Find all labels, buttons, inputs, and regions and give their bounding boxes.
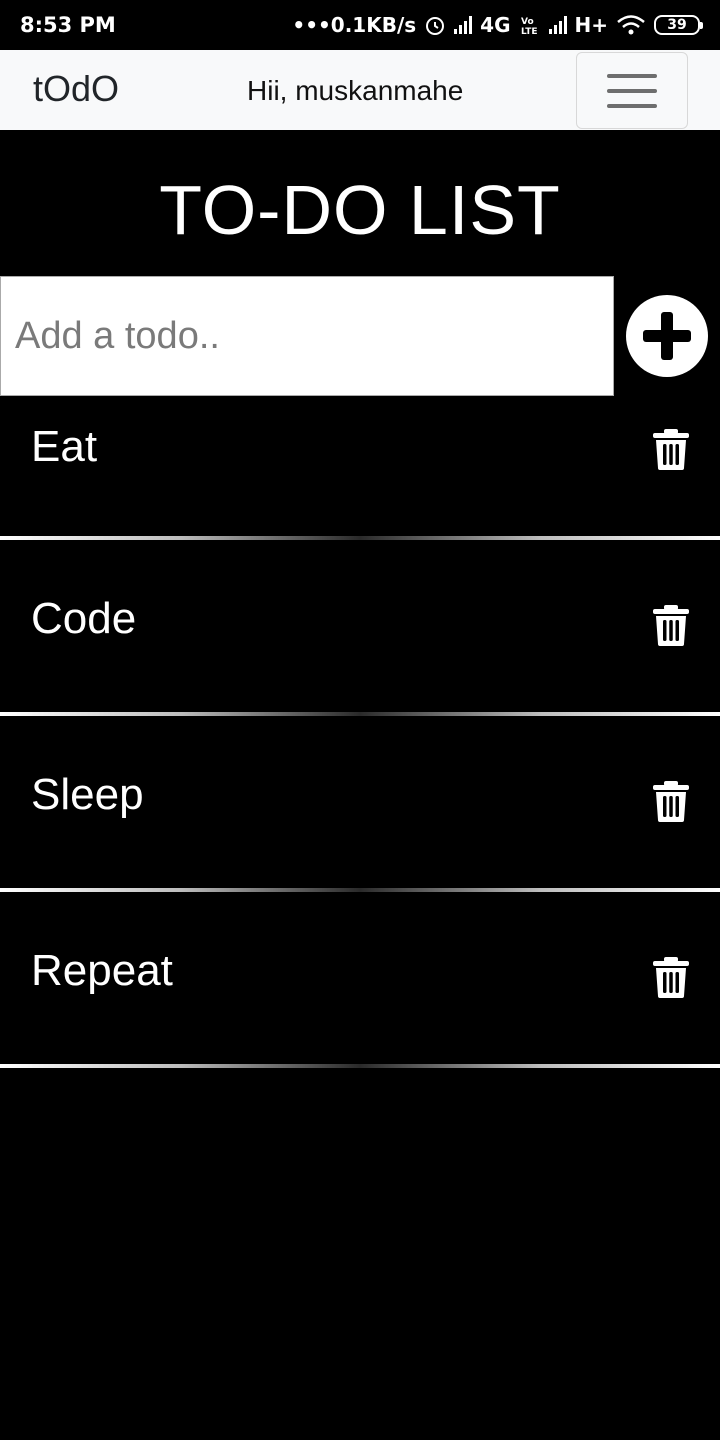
menu-toggle-button[interactable] bbox=[576, 52, 688, 129]
network-speed: •••0.1KB/s bbox=[292, 13, 417, 37]
delete-todo-button[interactable] bbox=[650, 956, 692, 1000]
todo-item-text: Sleep bbox=[31, 770, 144, 819]
hamburger-icon-line bbox=[607, 88, 657, 93]
volte-icon: Vo LTE bbox=[521, 17, 538, 36]
delete-todo-button[interactable] bbox=[650, 780, 692, 824]
signal-icon-2 bbox=[548, 16, 567, 34]
battery-level: 39 bbox=[667, 17, 687, 33]
status-indicators: •••0.1KB/s 4G Vo LTE H+ 39 bbox=[292, 13, 703, 37]
network-4g-label: 4G bbox=[480, 13, 511, 37]
brand-logo[interactable]: tOdO bbox=[33, 68, 119, 110]
svg-text:Vo: Vo bbox=[521, 17, 534, 27]
page-title: TO-DO LIST bbox=[159, 171, 561, 249]
todo-item: Repeat bbox=[0, 892, 720, 1068]
todo-item: Sleep bbox=[0, 716, 720, 892]
todo-item-text: Repeat bbox=[31, 946, 173, 995]
add-todo-button[interactable] bbox=[626, 295, 708, 377]
greeting-text: Hii, muskanmahe bbox=[247, 75, 464, 106]
todo-item-text: Eat bbox=[31, 422, 98, 471]
network-h-label: H+ bbox=[574, 13, 609, 37]
wifi-icon bbox=[617, 15, 645, 35]
status-time: 8:53 PM bbox=[20, 13, 116, 37]
delete-todo-button[interactable] bbox=[650, 604, 692, 648]
plus-icon bbox=[643, 312, 691, 360]
todo-item-text: Code bbox=[31, 594, 137, 643]
todo-input[interactable] bbox=[0, 276, 614, 396]
trash-icon bbox=[653, 429, 689, 470]
svg-text:LTE: LTE bbox=[521, 27, 538, 36]
divider bbox=[0, 1064, 720, 1068]
todo-item: Code bbox=[0, 540, 720, 716]
status-bar: 8:53 PM •••0.1KB/s 4G Vo LTE H+ 39 bbox=[0, 0, 720, 50]
trash-icon bbox=[653, 957, 689, 998]
navbar: tOdO Hii, muskanmahe bbox=[0, 50, 720, 130]
alarm-icon bbox=[426, 17, 445, 35]
delete-todo-button[interactable] bbox=[650, 428, 692, 472]
hamburger-icon bbox=[607, 73, 657, 78]
battery-icon: 39 bbox=[654, 15, 703, 35]
hamburger-icon-line bbox=[607, 103, 657, 108]
todo-list: Eat Code Sleep Repeat bbox=[0, 396, 720, 1068]
trash-icon bbox=[653, 781, 689, 822]
signal-icon bbox=[454, 16, 473, 34]
trash-icon bbox=[653, 605, 689, 646]
todo-item: Eat bbox=[0, 396, 720, 540]
